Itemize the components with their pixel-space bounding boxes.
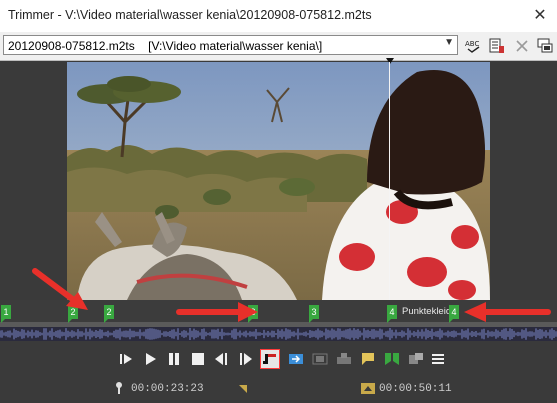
svg-text:ABC: ABC xyxy=(465,40,479,48)
close-icon[interactable] xyxy=(513,37,531,55)
previous-frame-icon[interactable] xyxy=(212,349,232,369)
close-window-icon[interactable]: ✕ xyxy=(529,5,551,27)
window-titlebar: Trimmer - V:\Video material\wasser kenia… xyxy=(0,0,557,32)
cursor-position-icon xyxy=(116,382,122,394)
pause-icon[interactable] xyxy=(164,349,184,369)
overwrite-icon[interactable] xyxy=(310,349,330,369)
video-preview[interactable] xyxy=(67,62,490,300)
insert-icon[interactable] xyxy=(334,349,354,369)
snapshot-icon[interactable] xyxy=(406,349,426,369)
loop-region-button[interactable] xyxy=(260,349,280,369)
red-arrow-icon xyxy=(464,302,551,322)
properties-icon[interactable] xyxy=(488,37,506,55)
marker-icon[interactable] xyxy=(358,349,378,369)
red-arrow-icon xyxy=(176,302,258,322)
file-combo-value: 20120908-075812.m2ts [V:\Video material\… xyxy=(8,39,323,53)
timecode-bar: 00:00:23:23 00:00:50:11 xyxy=(0,376,557,403)
marker-2b[interactable]: 2 xyxy=(104,305,114,323)
marker-3b[interactable]: 3 xyxy=(309,305,319,323)
file-history-combobox[interactable]: 20120908-075812.m2ts [V:\Video material\… xyxy=(3,35,458,55)
selection-length-icon xyxy=(361,383,375,394)
audio-waveform xyxy=(0,327,557,341)
stop-icon[interactable] xyxy=(188,349,208,369)
menu-icon[interactable] xyxy=(428,349,448,369)
next-frame-icon[interactable] xyxy=(236,349,256,369)
marker-4a[interactable]: 4 xyxy=(387,305,397,323)
red-arrow-icon xyxy=(32,268,88,310)
region-label: Punktekleid xyxy=(402,306,452,317)
playback-cursor[interactable] xyxy=(389,62,390,332)
timecode-out[interactable]: 00:00:50:11 xyxy=(379,383,452,395)
region-icon[interactable] xyxy=(382,349,402,369)
marker-1[interactable]: 1 xyxy=(1,305,11,323)
monitor-icon[interactable] xyxy=(536,37,554,55)
window-title: Trimmer - V:\Video material\wasser kenia… xyxy=(8,8,372,22)
play-icon[interactable] xyxy=(140,349,160,369)
play-from-start-icon[interactable] xyxy=(116,349,136,369)
add-to-timeline-icon[interactable] xyxy=(286,349,306,369)
selection-start-icon xyxy=(239,385,247,393)
abc-icon[interactable]: ABC xyxy=(464,37,482,55)
timecode-in[interactable]: 00:00:23:23 xyxy=(131,383,204,395)
cursor-head-icon[interactable] xyxy=(386,58,394,64)
chevron-down-icon[interactable]: ▼ xyxy=(444,37,454,48)
